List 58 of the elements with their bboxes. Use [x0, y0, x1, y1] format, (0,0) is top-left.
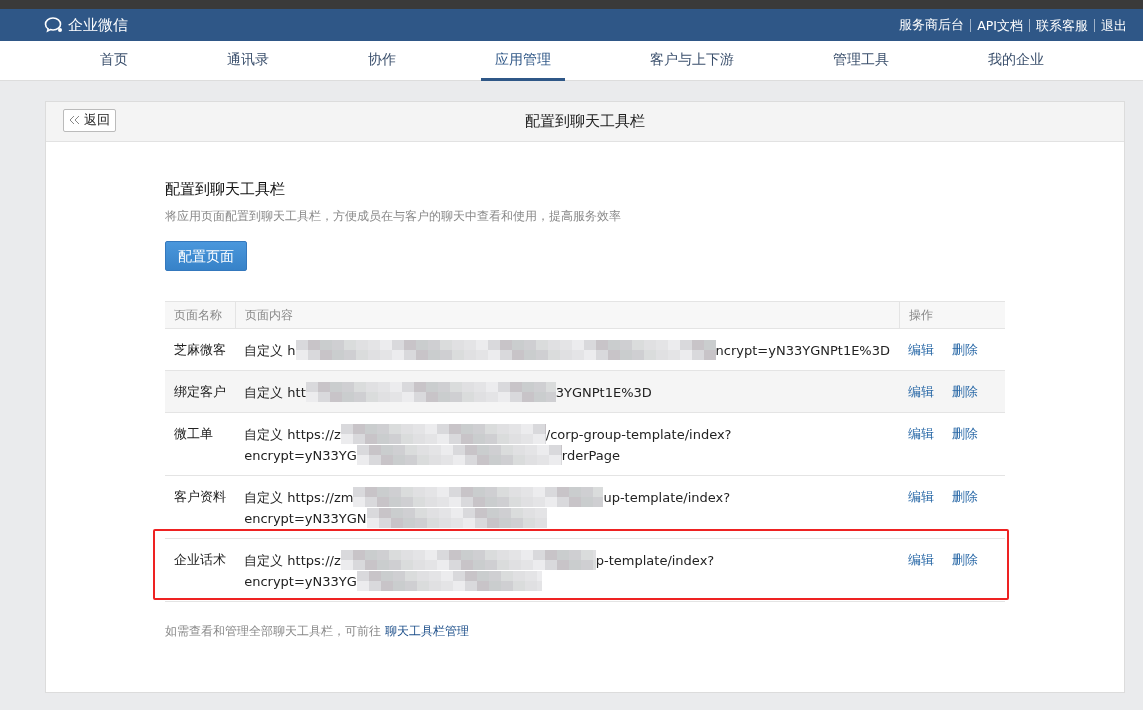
toolbar-management-link[interactable]: 聊天工具栏管理 — [384, 623, 469, 638]
configure-page-button[interactable]: 配置页面 — [165, 240, 247, 271]
action-link[interactable]: 删除 — [952, 425, 978, 441]
nav-tab[interactable]: 应用管理 — [480, 41, 565, 81]
url-text: ncrypt=yN33YGNPt1E%3D — [715, 342, 890, 358]
nav-tab[interactable]: 通讯录 — [212, 41, 283, 81]
action-link[interactable]: 删除 — [952, 551, 978, 567]
panel-title: 配置到聊天工具栏 — [525, 111, 645, 133]
footer-text: 如需查看和管理全部聊天工具栏，可前往 聊天工具栏管理 — [165, 623, 469, 638]
nav-tab[interactable]: 我的企业 — [973, 41, 1058, 81]
column-header: 操作 — [899, 301, 1005, 329]
action-link[interactable]: 编辑 — [908, 341, 934, 357]
url-text: p-template/index? — [595, 552, 715, 568]
column-header: 页面内容 — [235, 301, 899, 329]
table-cell: 绑定客户 — [165, 370, 236, 413]
action-link[interactable]: 删除 — [952, 341, 978, 357]
url-text: https://z — [287, 426, 341, 442]
content-type-label: 自定义 — [244, 552, 284, 568]
action-link[interactable]: 编辑 — [908, 425, 934, 441]
double-chevron-icon — [69, 115, 80, 126]
table-cell: 客户资料 — [165, 475, 236, 539]
header-link[interactable]: API文档 — [970, 18, 1023, 32]
chat-bubble-icon — [44, 16, 64, 34]
url-text: /corp-group-template/index? — [545, 426, 732, 442]
content-type-label: 自定义 — [244, 426, 284, 442]
nav-tab[interactable]: 客户与上下游 — [635, 41, 748, 81]
content-type-label: 自定义 — [244, 489, 284, 505]
nav-tab[interactable]: 管理工具 — [818, 41, 903, 81]
url-text: encrypt=yN33YGN — [244, 510, 367, 526]
section-title: 配置到聊天工具栏 — [165, 179, 286, 200]
table-cell: 微工单 — [165, 412, 236, 476]
content-type-label: 自定义 — [244, 342, 284, 358]
section-description: 将应用页面配置到聊天工具栏，方便成员在与客户的聊天中查看和使用，提高服务效率 — [165, 207, 622, 225]
url-text: rderPage — [561, 447, 620, 463]
back-button[interactable]: 返回 — [63, 109, 116, 132]
action-link[interactable]: 编辑 — [908, 551, 934, 567]
header-link[interactable]: 退出 — [1094, 18, 1127, 32]
action-link[interactable]: 删除 — [952, 488, 978, 504]
url-text: up-template/index? — [603, 489, 731, 505]
logo-text: 企业微信 — [68, 14, 128, 36]
header-link[interactable]: 联系客服 — [1029, 18, 1088, 32]
url-text: https://zm — [287, 489, 354, 505]
url-text: https://z — [287, 552, 341, 568]
nav-tab[interactable]: 协作 — [353, 41, 410, 81]
action-link[interactable]: 编辑 — [908, 383, 934, 399]
nav-tab[interactable]: 首页 — [85, 41, 142, 81]
column-header: 页面名称 — [165, 301, 236, 329]
url-text: h — [287, 342, 296, 358]
action-link[interactable]: 删除 — [952, 383, 978, 399]
url-text: htt — [287, 384, 306, 400]
table-cell: 企业话术 — [165, 538, 236, 602]
content-type-label: 自定义 — [244, 384, 284, 400]
url-text: 3YGNPt1E%3D — [555, 384, 652, 400]
url-text: encrypt=yN33YG — [244, 573, 357, 589]
table-cell: 芝麻微客 — [165, 328, 236, 371]
action-link[interactable]: 编辑 — [908, 488, 934, 504]
header-link[interactable]: 服务商后台 — [899, 15, 965, 35]
url-text: encrypt=yN33YG — [244, 447, 357, 463]
